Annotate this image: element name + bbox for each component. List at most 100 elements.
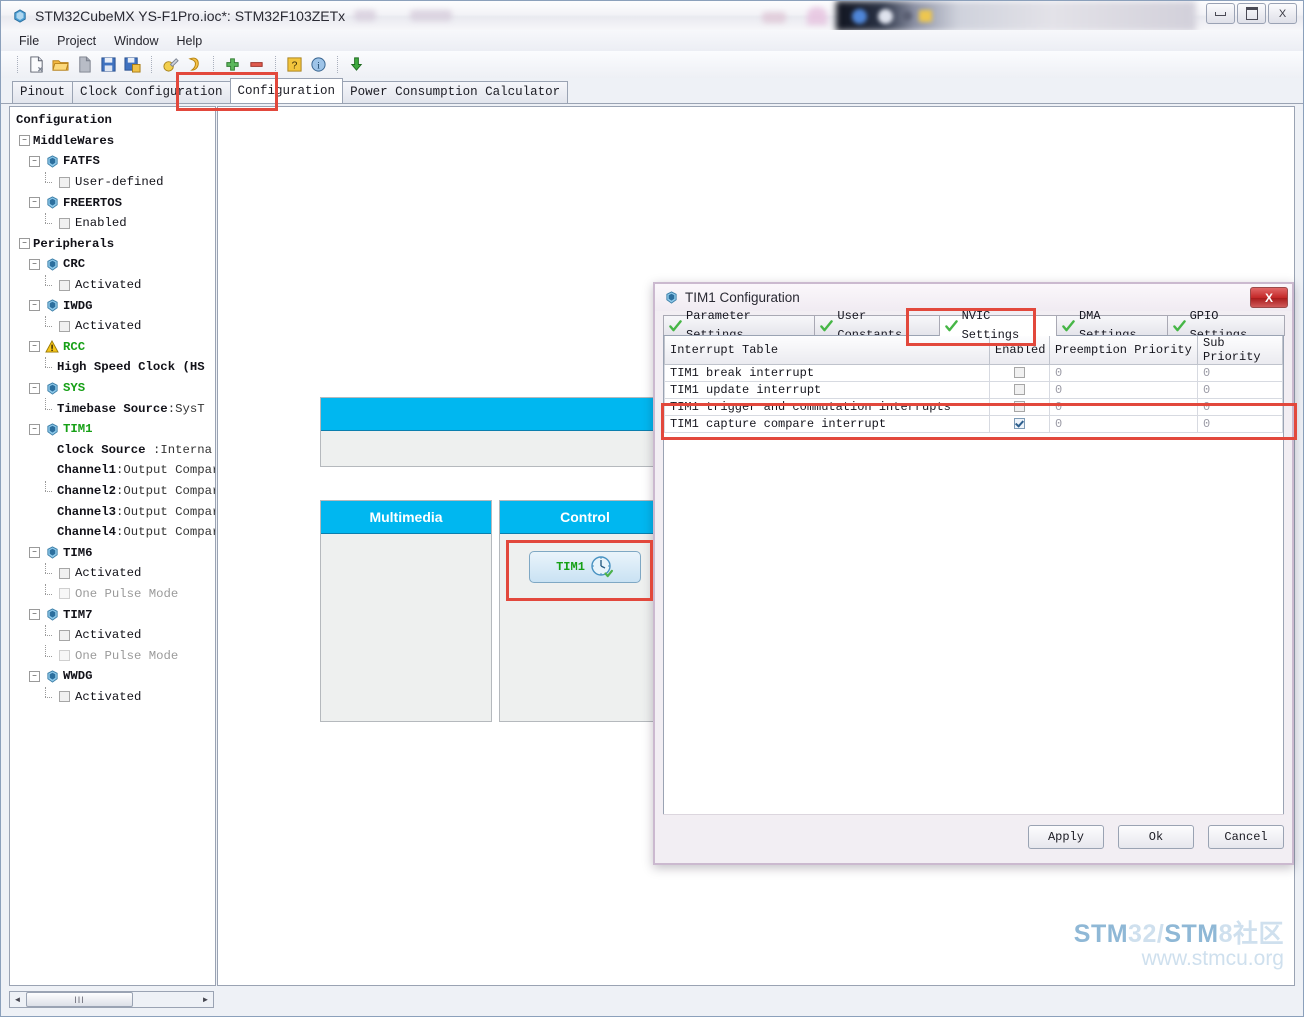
menu-item-window[interactable]: Window — [106, 32, 166, 50]
cell-sub-priority[interactable]: 0 — [1197, 398, 1283, 416]
expander-icon[interactable]: − — [29, 609, 40, 621]
scroll-thumb[interactable]: III — [26, 992, 133, 1007]
tree-node-iwdg-activated[interactable]: Activated — [13, 315, 215, 337]
configuration-tree-panel[interactable]: Configuration − MiddleWares − FATFS User… — [9, 106, 216, 986]
ok-button[interactable]: Ok — [1118, 825, 1194, 849]
sidebar-horizontal-scrollbar[interactable]: ◄ III ► — [9, 991, 214, 1008]
save-project-as-icon[interactable] — [121, 54, 144, 76]
expander-icon[interactable]: − — [29, 382, 40, 394]
checkbox-activated[interactable] — [59, 279, 70, 291]
tree-node-tim7-one-pulse-mode[interactable]: One Pulse Mode — [13, 645, 215, 666]
tab-user-constants[interactable]: User Constants — [814, 309, 940, 342]
cell-enabled[interactable] — [989, 398, 1050, 416]
generate-report-icon[interactable] — [159, 54, 182, 76]
about-icon[interactable]: i — [307, 54, 330, 76]
scroll-right-arrow[interactable]: ► — [198, 992, 213, 1007]
tree-node-tim1-channel4[interactable]: Channel4:Output Compar — [13, 522, 215, 543]
expander-icon[interactable]: − — [29, 423, 40, 435]
save-project-icon[interactable] — [97, 54, 120, 76]
tree-node-configuration[interactable]: Configuration — [13, 110, 215, 131]
generate-code-icon[interactable] — [183, 54, 206, 76]
close-project-icon[interactable] — [73, 54, 96, 76]
tree-node-sys[interactable]: − SYS — [13, 378, 215, 399]
zoom-out-icon[interactable] — [245, 54, 268, 76]
checkbox-enabled[interactable] — [1014, 401, 1025, 413]
tree-node-tim1[interactable]: − TIM1 — [13, 419, 215, 440]
table-row[interactable]: TIM1 update interrupt 0 0 — [664, 381, 1283, 399]
tree-node-freertos-enabled[interactable]: Enabled — [13, 212, 215, 234]
table-row[interactable]: TIM1 capture compare interrupt 0 0 — [664, 415, 1283, 433]
checkbox-enabled[interactable] — [59, 217, 70, 229]
tree-node-tim6-one-pulse-mode[interactable]: One Pulse Mode — [13, 583, 215, 605]
checkbox-activated[interactable] — [59, 320, 70, 332]
checkbox-user-defined[interactable] — [59, 176, 70, 188]
cell-sub-priority[interactable]: 0 — [1197, 381, 1283, 399]
expander-icon[interactable]: − — [29, 197, 40, 209]
tree-node-peripherals[interactable]: − Peripherals — [13, 234, 215, 255]
cell-enabled[interactable] — [989, 415, 1050, 433]
tree-node-iwdg[interactable]: − IWDG — [13, 295, 215, 316]
tree-node-tim6-activated[interactable]: Activated — [13, 563, 215, 584]
zoom-in-icon[interactable] — [221, 54, 244, 76]
tab-configuration[interactable]: Configuration — [229, 78, 344, 103]
checkbox-enabled[interactable] — [1014, 384, 1025, 396]
checkbox-enabled[interactable] — [1014, 367, 1025, 379]
tree-node-rcc[interactable]: − RCC — [13, 337, 215, 358]
expander-icon[interactable]: − — [29, 547, 40, 559]
tree-node-tim6[interactable]: − TIM6 — [13, 542, 215, 563]
close-button[interactable]: X — [1268, 3, 1297, 24]
expander-icon[interactable]: − — [29, 670, 40, 682]
cell-preemption-priority[interactable]: 0 — [1049, 381, 1198, 399]
tree-node-sys-timebase-source[interactable]: Timebase Source:SysT — [13, 398, 215, 419]
expander-icon[interactable]: − — [19, 135, 30, 147]
update-icon[interactable] — [345, 54, 368, 76]
tab-clock-configuration[interactable]: Clock Configuration — [72, 81, 231, 103]
apply-button[interactable]: Apply — [1028, 825, 1104, 849]
cell-preemption-priority[interactable]: 0 — [1049, 415, 1198, 433]
expander-icon[interactable]: − — [29, 258, 40, 270]
expander-icon[interactable]: − — [29, 155, 40, 167]
column-interrupt-table[interactable]: Interrupt Table — [664, 336, 990, 365]
table-row[interactable]: TIM1 trigger and commutation interrupts … — [664, 398, 1283, 416]
checkbox-activated[interactable] — [59, 567, 70, 579]
tree-node-tim1-channel3[interactable]: Channel3:Output Compar — [13, 501, 215, 522]
tab-dma-settings[interactable]: DMA Settings — [1055, 309, 1168, 342]
tree-node-wwdg[interactable]: − WWDG — [13, 666, 215, 687]
tree-node-rcc-high-speed-clock[interactable]: High Speed Clock (HS — [13, 357, 215, 378]
minimize-button[interactable] — [1206, 3, 1235, 24]
tab-nvic-settings[interactable]: NVIC Settings — [938, 309, 1057, 342]
checkbox-one-pulse-mode[interactable] — [59, 588, 70, 600]
cell-sub-priority[interactable]: 0 — [1197, 415, 1283, 433]
tree-node-crc-activated[interactable]: Activated — [13, 274, 215, 296]
cell-enabled[interactable] — [989, 381, 1050, 399]
column-preemption-priority[interactable]: Preemption Priority — [1049, 336, 1198, 365]
expander-icon[interactable]: − — [29, 300, 40, 312]
checkbox-enabled[interactable] — [1014, 418, 1025, 430]
checkbox-activated[interactable] — [59, 691, 70, 703]
tree-node-tim7[interactable]: − TIM7 — [13, 604, 215, 625]
tab-parameter-settings[interactable]: Parameter Settings — [663, 309, 816, 342]
tree-node-fatfs[interactable]: − FATFS — [13, 151, 215, 172]
peripheral-button-tim1[interactable]: TIM1 — [529, 551, 641, 583]
tree-node-wwdg-activated[interactable]: Activated — [13, 686, 215, 708]
tab-power-consumption-calculator[interactable]: Power Consumption Calculator — [342, 81, 569, 103]
cancel-button[interactable]: Cancel — [1208, 825, 1284, 849]
tab-pinout[interactable]: Pinout — [12, 81, 74, 103]
tree-node-fatfs-user-defined[interactable]: User-defined — [13, 171, 215, 193]
cell-preemption-priority[interactable]: 0 — [1049, 364, 1198, 382]
tree-node-crc[interactable]: − CRC — [13, 254, 215, 275]
menu-item-project[interactable]: Project — [49, 32, 104, 50]
dialog-close-button[interactable]: X — [1250, 287, 1288, 308]
scroll-left-arrow[interactable]: ◄ — [10, 992, 25, 1007]
tree-node-tim1-channel2[interactable]: Channel2:Output Compar — [13, 480, 215, 502]
maximize-button[interactable] — [1237, 3, 1266, 24]
cell-enabled[interactable] — [989, 364, 1050, 382]
checkbox-one-pulse-mode[interactable] — [59, 650, 70, 662]
tree-node-tim7-activated[interactable]: Activated — [13, 624, 215, 646]
tree-node-tim1-channel1[interactable]: Channel1:Output Compar — [13, 460, 215, 481]
expander-icon[interactable]: − — [29, 341, 40, 353]
new-project-icon[interactable] — [25, 54, 48, 76]
menu-item-help[interactable]: Help — [169, 32, 211, 50]
tab-gpio-settings[interactable]: GPIO Settings — [1166, 309, 1285, 342]
table-row[interactable]: TIM1 break interrupt 0 0 — [664, 364, 1283, 382]
